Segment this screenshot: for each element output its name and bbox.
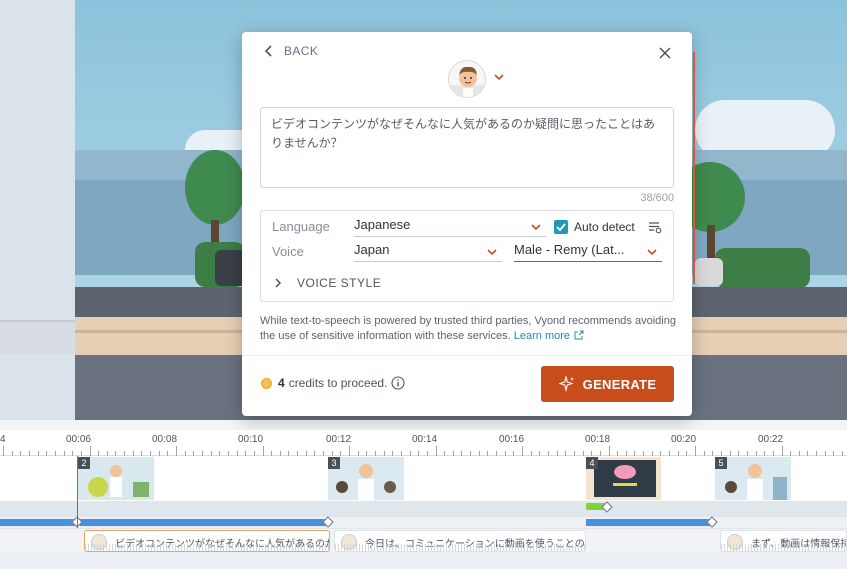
- scene-ghost-strip: [0, 320, 75, 354]
- scene-number: 4: [586, 457, 598, 469]
- generate-label: GENERATE: [582, 376, 657, 392]
- playlist-settings-icon[interactable]: [647, 219, 663, 235]
- chevron-right-icon: [275, 278, 282, 288]
- tick-label: 4: [0, 434, 6, 445]
- language-value: Japanese: [354, 217, 411, 232]
- credits-count: 4: [278, 376, 285, 390]
- language-label: Language: [272, 219, 330, 234]
- ruler-tick: [608, 446, 610, 456]
- voice-region-select[interactable]: Japan: [354, 242, 502, 262]
- modal-divider: [242, 355, 692, 356]
- ruler-tick: [435, 446, 437, 456]
- tick-label: 00:14: [412, 434, 438, 445]
- scene-background-track: [0, 501, 847, 517]
- audio-clip[interactable]: まず、動画は情報保持: [720, 530, 847, 552]
- voice-name-value: Male - Remy (Lat...: [514, 242, 625, 257]
- ruler-tick: [3, 446, 4, 456]
- privacy-disclaimer: While text-to-speech is powered by trust…: [260, 314, 680, 343]
- scene-number: 5: [715, 457, 727, 469]
- voice-region-value: Japan: [354, 242, 390, 257]
- ruler-tick: [89, 446, 91, 456]
- tick-label: 00:06: [66, 434, 92, 445]
- scene-left-panel: [0, 0, 75, 430]
- ruler-tick: [695, 446, 696, 456]
- character-count: 38/600: [640, 192, 674, 204]
- chevron-left-icon: [264, 45, 272, 57]
- tick-label: 00:18: [585, 434, 611, 445]
- ruler-tick: [176, 446, 177, 456]
- timeline-footer: [0, 552, 847, 569]
- tick-label: 00:20: [671, 434, 697, 445]
- chevron-down-icon: [487, 249, 497, 256]
- learn-more-link[interactable]: Learn more: [514, 330, 584, 342]
- audio-clip[interactable]: 今日は、コミュニケーションに動画を使うことの: [334, 530, 586, 552]
- language-select[interactable]: Japanese: [354, 217, 546, 237]
- scene-number: 2: [78, 457, 90, 469]
- sparkle-icon: [558, 376, 574, 392]
- tick-label: 00:08: [152, 434, 178, 445]
- back-label: BACK: [284, 44, 319, 58]
- voice-name-select[interactable]: Male - Remy (Lat...: [514, 242, 662, 262]
- coin-icon: [261, 378, 272, 389]
- chevron-down-icon[interactable]: [493, 71, 505, 83]
- chevron-down-icon: [647, 249, 657, 256]
- scene-duration-bar[interactable]: [586, 519, 713, 526]
- ruler-tick: [262, 446, 264, 456]
- credits-text: credits to proceed.: [288, 376, 388, 390]
- tick-label: 00:16: [499, 434, 525, 445]
- generate-button[interactable]: GENERATE: [541, 366, 674, 402]
- playhead[interactable]: [77, 456, 78, 528]
- auto-detect-label: Auto detect: [574, 220, 635, 234]
- chevron-down-icon: [531, 224, 541, 231]
- credits-info: 4 credits to proceed.: [278, 376, 405, 390]
- back-button[interactable]: BACK: [262, 44, 318, 58]
- audio-clip[interactable]: ビデオコンテンツがなぜそんなに人気があるのか: [84, 530, 330, 552]
- avatar[interactable]: [448, 60, 486, 98]
- speech-text-input[interactable]: ビデオコンテンツがなぜそんなに人気があるのか疑問に思ったことはありませんか？: [260, 107, 674, 188]
- auto-detect-checkbox[interactable]: [554, 220, 568, 234]
- checkmark-icon: [556, 223, 566, 232]
- guide-line: [693, 52, 695, 284]
- voice-label: Voice: [272, 244, 304, 259]
- scene-duration-bar[interactable]: [80, 519, 327, 526]
- tick-label: 00:12: [326, 434, 352, 445]
- ruler-tick: [349, 446, 350, 456]
- external-link-icon: [574, 330, 584, 339]
- close-icon[interactable]: [658, 46, 672, 60]
- voice-style-toggle[interactable]: VOICE STYLE: [272, 276, 381, 290]
- ruler-tick: [781, 446, 783, 456]
- tick-label: 00:22: [758, 434, 784, 445]
- info-icon[interactable]: [391, 376, 405, 390]
- scene-duration-bar[interactable]: [0, 519, 77, 526]
- ruler-tick: [522, 446, 523, 456]
- voice-style-label: VOICE STYLE: [297, 276, 382, 290]
- tick-label: 00:10: [238, 434, 264, 445]
- scene-number: 3: [328, 457, 340, 469]
- disclaimer-text: While text-to-speech is powered by trust…: [260, 315, 676, 342]
